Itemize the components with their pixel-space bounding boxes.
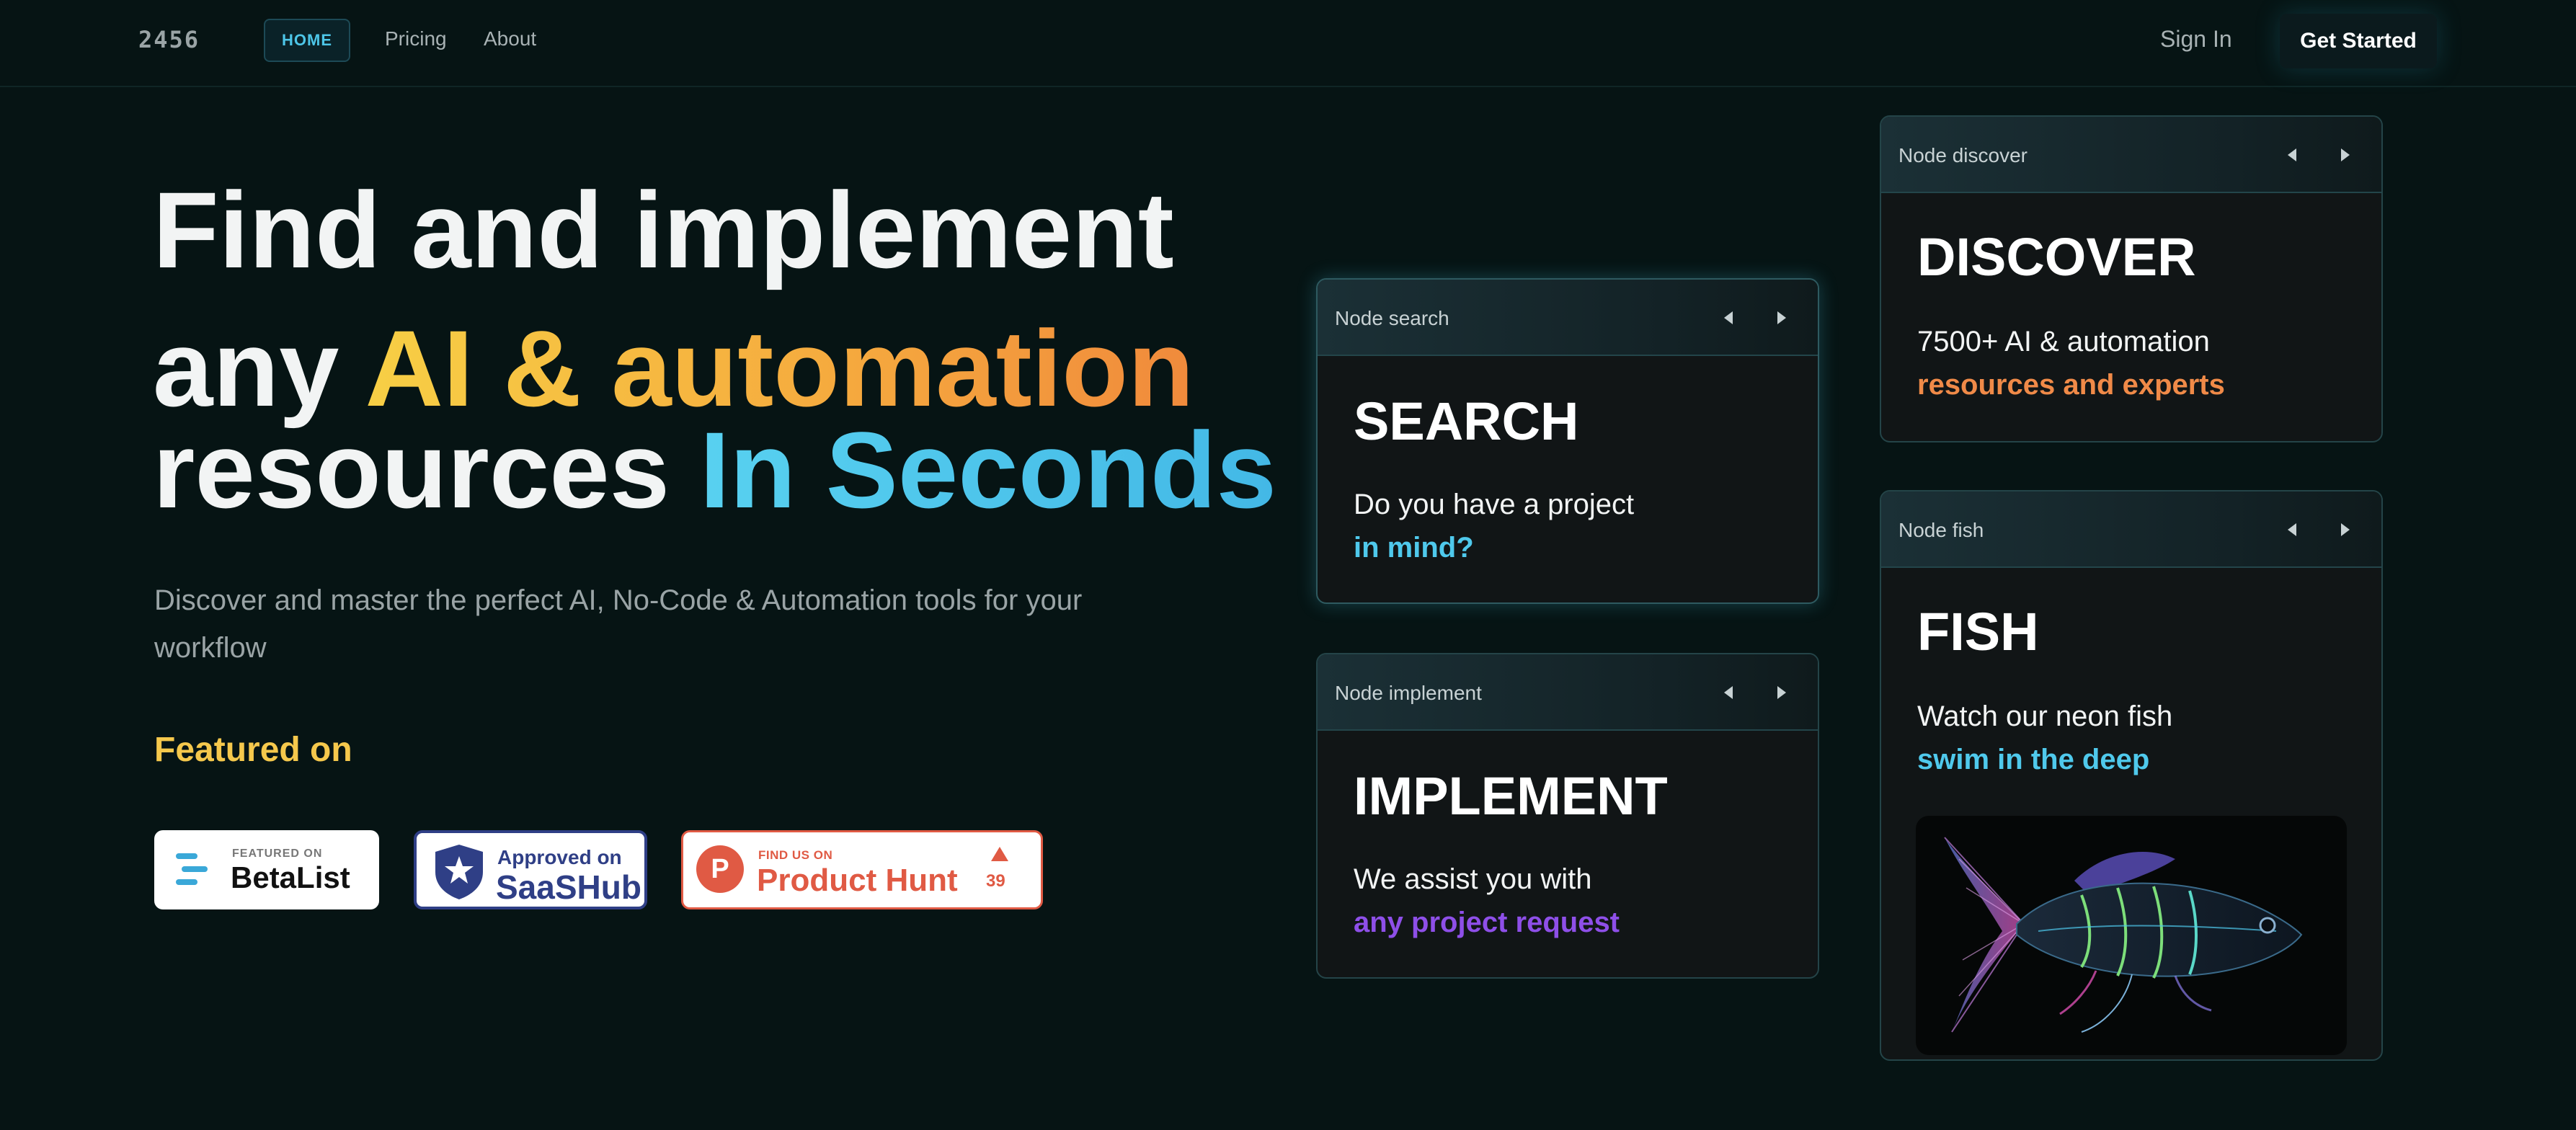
node-search-highlight: in mind?	[1354, 532, 1474, 564]
betalist-badge-small-text: FEATURED ON	[232, 848, 323, 860]
node-discover-highlight: resources and experts	[1917, 369, 2225, 401]
prev-arrow-icon[interactable]	[2288, 523, 2296, 536]
next-arrow-icon[interactable]	[1777, 311, 1786, 324]
featured-on-heading: Featured on	[154, 731, 352, 769]
saashub-badge[interactable]: Approved on SaaSHub	[414, 830, 647, 909]
node-implement-header: Node implement	[1318, 654, 1818, 731]
node-fish-title: FISH	[1917, 602, 2039, 662]
next-arrow-icon[interactable]	[2341, 148, 2350, 161]
node-fish-text: Watch our neon fish	[1917, 700, 2173, 732]
prev-arrow-icon[interactable]	[2288, 148, 2296, 161]
betalist-icon	[176, 853, 208, 885]
node-discover-label: Node discover	[1898, 144, 2028, 166]
node-implement-highlight: any project request	[1354, 907, 1620, 938]
saashub-badge-small-text: Approved on	[497, 846, 622, 868]
prev-arrow-icon[interactable]	[1724, 686, 1733, 699]
top-navbar: 2456 HOME Pricing About Sign In Get Star…	[0, 0, 2576, 87]
nav-about-link[interactable]: About	[484, 27, 536, 50]
saashub-badge-name: SaaSHub	[496, 868, 641, 906]
producthunt-badge-small-text: FIND US ON	[758, 848, 833, 862]
node-search-header: Node search	[1318, 280, 1818, 356]
neon-fish-icon	[1944, 837, 2303, 1033]
hero-headline-line-2: any AI & automation	[153, 314, 1194, 422]
prev-arrow-icon[interactable]	[1724, 311, 1733, 324]
producthunt-badge[interactable]: P FIND US ON Product Hunt 39	[681, 830, 1043, 909]
node-fish-highlight: swim in the deep	[1917, 744, 2150, 775]
node-discover-text: 7500+ AI & automation	[1917, 326, 2210, 357]
node-fish-card[interactable]: Node fish FISH Watch our neon fish swim …	[1880, 490, 2383, 1061]
node-fish-label: Node fish	[1898, 519, 1984, 541]
node-implement-text: We assist you with	[1354, 863, 1592, 895]
shield-star-icon	[435, 845, 483, 899]
get-started-button[interactable]: Get Started	[2280, 14, 2437, 68]
next-arrow-icon[interactable]	[1777, 686, 1786, 699]
node-search-title: SEARCH	[1354, 391, 1579, 451]
logo[interactable]: 2456	[138, 26, 200, 53]
nav-home-link[interactable]: HOME	[264, 19, 350, 62]
next-arrow-icon[interactable]	[2341, 523, 2350, 536]
upvote-arrow-icon	[991, 847, 1008, 861]
node-discover-title: DISCOVER	[1917, 227, 2196, 287]
node-fish-header: Node fish	[1881, 491, 2381, 568]
hero-headline-in-seconds: In Seconds	[699, 409, 1276, 530]
producthunt-icon: P	[696, 845, 744, 893]
node-discover-header: Node discover	[1881, 117, 2381, 193]
hero-headline-line-3: resources In Seconds	[153, 416, 1276, 524]
betalist-badge[interactable]: FEATURED ON BetaList	[154, 830, 379, 909]
hero-subtitle: Discover and master the perfect AI, No-C…	[154, 584, 1083, 664]
producthunt-upvote-count: 39	[986, 871, 1005, 891]
hero-headline-resources: resources	[153, 409, 700, 530]
node-search-text: Do you have a project	[1354, 489, 1635, 520]
producthunt-badge-name: Product Hunt	[757, 863, 958, 898]
node-implement-card[interactable]: Node implement IMPLEMENT We assist you w…	[1316, 653, 1819, 979]
sign-in-link[interactable]: Sign In	[2160, 26, 2232, 53]
node-discover-card[interactable]: Node discover DISCOVER 7500+ AI & automa…	[1880, 115, 2383, 442]
neon-fish-image	[1916, 816, 2347, 1055]
node-implement-title: IMPLEMENT	[1354, 766, 1668, 826]
betalist-badge-name: BetaList	[231, 860, 350, 894]
node-implement-label: Node implement	[1335, 682, 1482, 704]
node-search-card[interactable]: Node search SEARCH Do you have a project…	[1316, 278, 1819, 604]
hero-headline-line-1: Find and implement	[153, 169, 1174, 290]
nav-pricing-link[interactable]: Pricing	[385, 27, 447, 50]
node-search-label: Node search	[1335, 307, 1449, 329]
